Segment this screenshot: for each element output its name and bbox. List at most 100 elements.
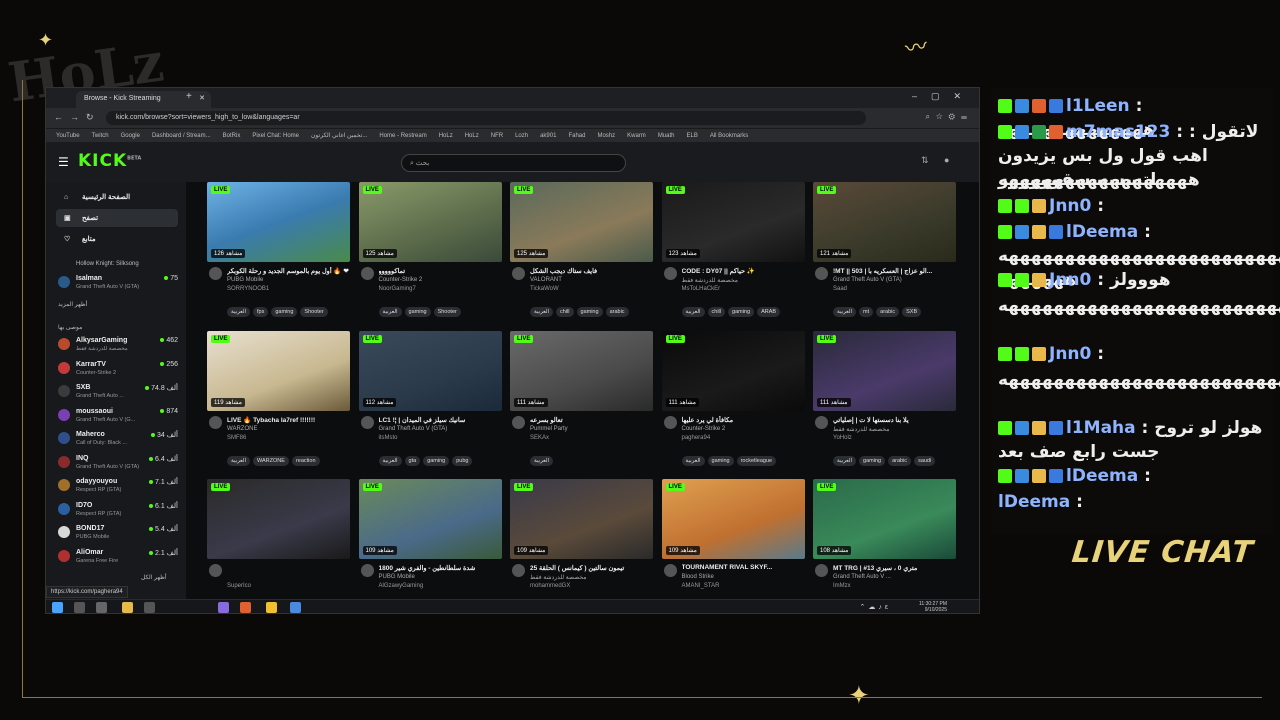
stream-category[interactable]: WARZONE	[227, 426, 257, 432]
sidebar-nav-1[interactable]: ▣ تصفح	[56, 209, 178, 227]
recommended-channel[interactable]: ID7O Respect RP (GTA) 6.1 ألف	[58, 501, 180, 521]
stream-title[interactable]: CODE : DY07 || حياكم ✨	[682, 267, 804, 275]
streamer-name[interactable]: MsToLHaCkEr	[682, 286, 721, 292]
tag-chip[interactable]: arabic	[605, 307, 629, 317]
stream-card[interactable]: LIVE 119 مشاهد LIVE 🔥 Tybacha la7ref !!!!!…	[207, 330, 350, 476]
stream-category[interactable]: Grand Theft Auto V ...	[833, 574, 891, 580]
streamer-avatar[interactable]	[360, 267, 374, 280]
streamer-name[interactable]: SORRYNOOB1	[227, 286, 269, 292]
stream-title[interactable]: يلا بنا دسستها لا ت | إصلياتي	[833, 416, 955, 424]
streamer-name[interactable]: mohammedGX	[530, 583, 570, 589]
show-all-link[interactable]: أظهر الكل	[141, 574, 167, 581]
clock[interactable]: 11:30:27 PM 9/10/2025	[919, 601, 947, 613]
stream-thumbnail[interactable]: LIVE 111 مشاهد	[510, 330, 653, 411]
sort-icon[interactable]: ⇅	[921, 155, 929, 166]
new-tab-button[interactable]: +	[186, 91, 192, 102]
tag-chip[interactable]: pubg	[452, 455, 473, 466]
bookmark-item[interactable]: Moshz	[597, 133, 615, 139]
bookmark-item[interactable]: Kwarm	[627, 133, 646, 139]
recommended-channel[interactable]: BOND17 PUBG Mobile 5.4 ألف	[58, 524, 180, 544]
stream-card[interactable]: LIVE 111 مشاهد تعالو بسرعه Pummel Party SEKA…	[510, 330, 653, 476]
stream-title[interactable]: تماكووووو	[379, 267, 501, 275]
recommended-channel[interactable]: INQ Grand Theft Auto V (GTA) 6.4 ألف	[58, 454, 180, 474]
tag-chip[interactable]: العربية	[530, 307, 554, 317]
tag-chip[interactable]: العربية	[378, 307, 402, 317]
streamer-avatar[interactable]	[360, 564, 374, 577]
streamer-avatar[interactable]	[512, 267, 525, 280]
stream-thumbnail[interactable]: LIVE 111 مشاهد	[813, 330, 956, 411]
stream-card[interactable]: LIVE 109 مشاهد TOURNAMENT RIVAL SKYF... Blo…	[661, 479, 805, 599]
reload-icon[interactable]: ↻	[86, 112, 94, 123]
tag-chip[interactable]: العربية	[227, 307, 251, 317]
bookmark-item[interactable]: تخمين اغاني الكرتون...	[311, 133, 367, 139]
tag-chip[interactable]: gaming	[423, 455, 450, 466]
stream-card[interactable]: LIVE 108 مشاهد MT TRG | #13 متري 0 ، سيري G…	[813, 479, 956, 599]
stream-thumbnail[interactable]: LIVE 119 مشاهد	[207, 330, 350, 411]
tag-chip[interactable]: SXB	[902, 307, 922, 317]
stream-card[interactable]: LIVE SuperIco	[207, 479, 350, 599]
stream-category[interactable]: Grand Theft Auto V (GTA)	[379, 426, 448, 432]
sidebar-nav-2[interactable]: ♡ متابع	[56, 230, 178, 248]
stream-thumbnail[interactable]: LIVE 125 مشاهد	[358, 182, 502, 262]
stream-title[interactable]: أول يوم بالموسم الجديد و رحلة الكوبكر 🔥 …	[227, 267, 349, 275]
stream-card[interactable]: LIVE 111 مشاهد مكافأة لي يرد عليها Counter-…	[661, 330, 805, 476]
recommended-channel[interactable]: AliOmar Garena Free Fire 2.1 ألف	[58, 548, 180, 568]
streamer-avatar[interactable]	[512, 564, 525, 577]
bookmark-item[interactable]: Fahad	[568, 133, 585, 139]
tag-chip[interactable]: chill	[707, 307, 726, 317]
stream-thumbnail[interactable]: LIVE	[207, 479, 350, 559]
tag-chip[interactable]: gaming	[404, 307, 431, 317]
firefox-icon[interactable]	[240, 602, 251, 613]
streamer-avatar[interactable]	[360, 415, 374, 429]
stream-thumbnail[interactable]: LIVE 109 مشاهد	[358, 479, 502, 559]
tag-chip[interactable]: reaction	[291, 455, 320, 466]
tag-chip[interactable]: العربية	[681, 455, 705, 466]
bookmark-item[interactable]: ELB	[687, 133, 698, 139]
bookmark-item[interactable]: HoLz	[465, 133, 479, 139]
streamer-name[interactable]: TickaWoW	[530, 286, 559, 292]
tag-chip[interactable]: mt	[859, 307, 874, 317]
recommended-channel[interactable]: SXB Grand Theft Auto ... 74.8 ألف	[58, 383, 180, 403]
folder-icon[interactable]	[122, 602, 133, 613]
stream-category[interactable]: Blood Strike	[682, 574, 714, 580]
streamer-name[interactable]: paghera94	[682, 435, 711, 441]
close-tab-icon[interactable]: ✕	[199, 94, 205, 102]
user-icon[interactable]: ●	[944, 155, 949, 165]
stream-thumbnail[interactable]: LIVE 126 مشاهد	[207, 182, 350, 262]
search-input[interactable]: ⌕ بحث	[401, 154, 626, 172]
tag-chip[interactable]: gaming	[728, 307, 755, 317]
bookmark-item[interactable]: NFR	[491, 133, 503, 139]
streamer-name[interactable]: YoHolz	[833, 435, 852, 441]
stream-card[interactable]: LIVE 123 مشاهد CODE : DY07 || حياكم ✨ مخصصة…	[661, 182, 805, 327]
streamer-avatar[interactable]	[663, 267, 677, 280]
stream-title[interactable]: مكافأة لي يرد عليها	[682, 416, 804, 424]
stream-card[interactable]: LIVE 121 مشاهد !MT || 503 | الو عزاج | الع…	[813, 182, 956, 327]
stream-card[interactable]: LIVE 125 مشاهد فايف ستاك ديجب الشكل VALORAN…	[510, 182, 653, 327]
kick-logo[interactable]: KICKBETA	[78, 151, 141, 171]
stream-title[interactable]: 1800 شدة سلطانطين - والفري شير	[379, 564, 501, 572]
tag-chip[interactable]: gaming	[576, 307, 603, 317]
stream-thumbnail[interactable]: LIVE 109 مشاهد	[661, 479, 805, 559]
stream-title[interactable]: تعالو بسرعه	[530, 416, 652, 424]
tag-chip[interactable]: العربية	[681, 307, 705, 317]
tag-chip[interactable]: arabic	[888, 455, 912, 466]
bookmark-item[interactable]: All Bookmarks	[710, 133, 748, 139]
stream-thumbnail[interactable]: LIVE 108 مشاهد	[813, 479, 956, 559]
streamer-name[interactable]: SuperIco	[227, 583, 251, 589]
bookmark-item[interactable]: HoLz	[439, 133, 453, 139]
tag-chip[interactable]: العربية	[833, 455, 857, 466]
tag-chip[interactable]: fps	[253, 307, 269, 317]
tag-chip[interactable]: gta	[404, 455, 421, 466]
stream-category[interactable]: Grand Theft Auto V (GTA)	[833, 277, 902, 283]
sidebar-nav-0[interactable]: ⌂ الصفحة الرئيسية	[56, 188, 178, 206]
tag-chip[interactable]: Shooter	[433, 307, 461, 317]
stream-card[interactable]: LIVE 109 مشاهد 1800 شدة سلطانطين - والفري …	[358, 479, 502, 599]
stream-title[interactable]: MT TRG | #13 متري 0 ، سيري	[833, 564, 955, 572]
tag-chip[interactable]: Shooter	[300, 307, 328, 317]
streamer-name[interactable]: AMANI_STAR	[682, 583, 720, 589]
stream-thumbnail[interactable]: LIVE 109 مشاهد	[510, 479, 653, 559]
bookmark-item[interactable]: Dashboard / Stream...	[152, 133, 211, 139]
bookmark-item[interactable]: Google	[121, 133, 140, 139]
stream-card[interactable]: LIVE 125 مشاهد تماكووووو Counter-Strike 2 No…	[358, 182, 502, 327]
stream-category[interactable]: Counter-Strike 2	[379, 277, 423, 283]
